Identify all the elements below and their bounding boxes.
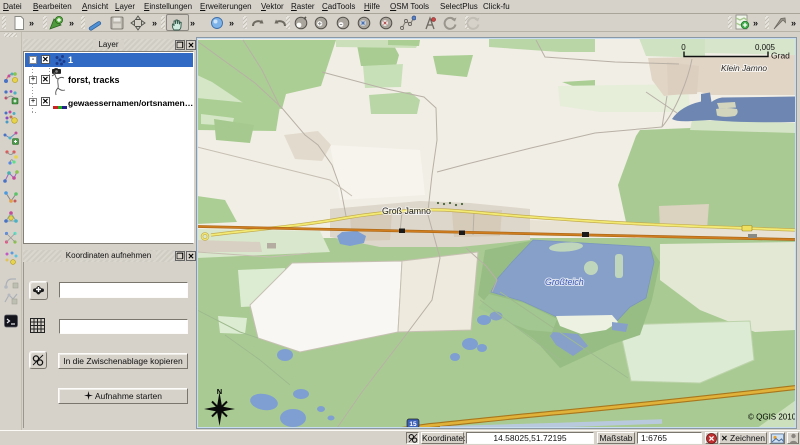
svg-text:N: N [217, 387, 222, 396]
svg-text:Grad: Grad [771, 51, 790, 61]
svg-text:Klein Jamno: Klein Jamno [721, 63, 767, 73]
svg-text:15: 15 [409, 421, 417, 428]
svg-text:0: 0 [681, 43, 686, 52]
svg-text:© QGIS 2010: © QGIS 2010 [748, 413, 796, 422]
svg-text:Groß Jamno: Groß Jamno [382, 206, 431, 216]
svg-text:Großteich: Großteich [545, 277, 584, 287]
